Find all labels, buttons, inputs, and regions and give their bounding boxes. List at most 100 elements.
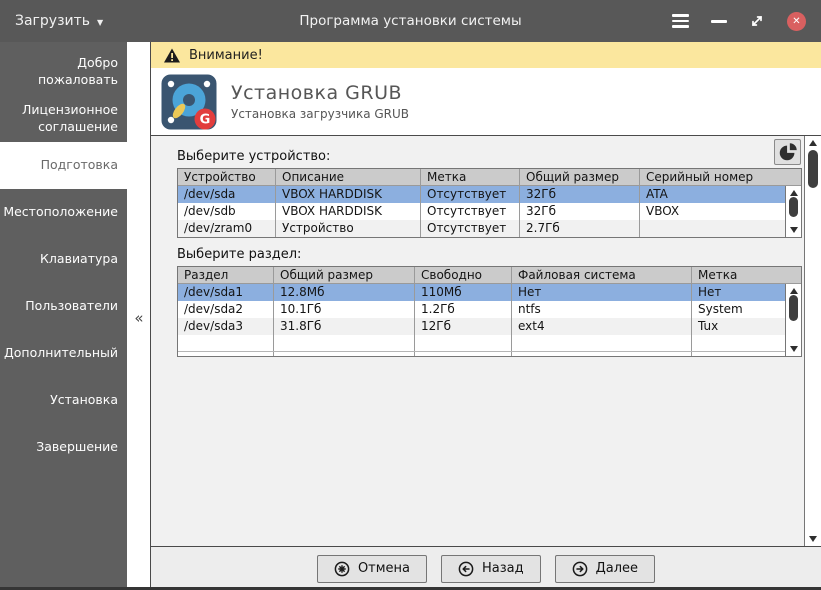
table-cell: /dev/sda bbox=[178, 186, 276, 203]
column-header: Метка bbox=[698, 268, 738, 282]
table-cell: 31.8Гб bbox=[274, 318, 415, 335]
table-cell: /dev/sdb bbox=[178, 203, 276, 220]
device-table-row[interactable]: /dev/sdb VBOX HARDDISK Отсутствует 32Гб … bbox=[178, 203, 801, 220]
table-cell: 12.8Мб bbox=[274, 284, 415, 301]
partition-table-filler bbox=[178, 352, 801, 356]
column-header: Описание bbox=[276, 169, 421, 185]
collapse-sidebar-button[interactable]: « bbox=[130, 308, 148, 328]
table-cell: /dev/sda1 bbox=[178, 284, 274, 301]
partition-table-scrollbar[interactable] bbox=[785, 284, 801, 356]
table-cell: ATA bbox=[646, 187, 668, 201]
table-cell: VBOX bbox=[646, 204, 680, 218]
sidebar-item-keyboard[interactable]: Клавиатура bbox=[0, 236, 127, 283]
scrollbar-thumb[interactable] bbox=[789, 295, 798, 321]
table-cell: VBOX HARDDISK bbox=[276, 203, 421, 220]
column-header: Раздел bbox=[178, 267, 274, 283]
partition-table-row[interactable]: /dev/sda1 12.8Мб 110Мб Нет Нет bbox=[178, 284, 801, 301]
page-title: Установка GRUB bbox=[231, 82, 403, 104]
page-subtitle: Установка загрузчика GRUB bbox=[231, 107, 410, 121]
column-header: Метка bbox=[421, 169, 520, 185]
column-header: Свободно bbox=[415, 267, 512, 283]
column-header: Общий размер bbox=[520, 169, 640, 185]
table-cell bbox=[512, 335, 692, 351]
load-menu-button[interactable]: Загрузить ▼ bbox=[15, 13, 103, 29]
partition-section-label: Выберите раздел: bbox=[177, 247, 302, 262]
hamburger-icon bbox=[672, 14, 689, 17]
partition-table-header: Раздел Общий размер Свободно Файловая си… bbox=[178, 267, 801, 284]
device-table-row[interactable]: /dev/zram0 Устройство Отсутствует 2.7Гб bbox=[178, 220, 801, 237]
scroll-up-icon[interactable] bbox=[789, 190, 798, 196]
table-cell: Устройство bbox=[276, 220, 421, 237]
expand-icon bbox=[752, 16, 762, 26]
sidebar-item-license[interactable]: Лицензионное соглашение bbox=[0, 95, 127, 142]
device-table-header: Устройство Описание Метка Общий размер С… bbox=[178, 169, 801, 186]
table-cell: Отсутствует bbox=[421, 220, 520, 237]
minimize-icon bbox=[711, 19, 727, 23]
close-button[interactable]: ✕ bbox=[787, 11, 806, 31]
resize-button[interactable] bbox=[749, 11, 765, 31]
next-button[interactable]: Далее bbox=[554, 554, 656, 583]
page-header: G Установка GRUB Установка загрузчика GR… bbox=[151, 68, 821, 136]
table-cell bbox=[274, 335, 415, 351]
back-button[interactable]: Назад bbox=[441, 554, 541, 583]
page-header-text: Установка GRUB Установка загрузчика GRUB bbox=[231, 82, 409, 121]
table-cell: /dev/sda2 bbox=[178, 301, 274, 318]
next-label: Далее bbox=[595, 561, 639, 576]
partition-table-row[interactable]: /dev/sda3 31.8Гб 12Гб ext4 Tux bbox=[178, 318, 801, 335]
pie-chart-button[interactable] bbox=[774, 139, 801, 165]
table-cell: 1.2Гб bbox=[415, 301, 512, 318]
table-cell: 32Гб bbox=[520, 203, 640, 220]
partition-table-row[interactable]: /dev/sda2 10.1Гб 1.2Гб ntfs System bbox=[178, 301, 801, 318]
pie-chart-icon bbox=[779, 143, 797, 161]
chevron-down-icon: ▼ bbox=[97, 17, 104, 27]
sidebar-item-preparation[interactable]: Подготовка bbox=[0, 142, 127, 189]
device-table-row[interactable]: /dev/sda VBOX HARDDISK Отсутствует 32Гб … bbox=[178, 186, 801, 203]
sidebar-item-users[interactable]: Пользователи bbox=[0, 283, 127, 330]
warning-text: Внимание! bbox=[189, 47, 263, 63]
scroll-down-icon[interactable] bbox=[789, 346, 798, 352]
content-panel: Выберите устройство: Устройство Описание… bbox=[151, 136, 821, 547]
panel-scrollbar[interactable] bbox=[804, 136, 821, 546]
sidebar-item-additional[interactable]: Дополнительный bbox=[0, 330, 127, 377]
hamburger-menu-button[interactable] bbox=[672, 11, 689, 31]
back-label: Назад bbox=[482, 561, 524, 576]
table-cell: Нет bbox=[512, 284, 692, 301]
table-cell: Отсутствует bbox=[421, 203, 520, 220]
table-cell: 12Гб bbox=[415, 318, 512, 335]
scrollbar-thumb[interactable] bbox=[789, 197, 798, 217]
device-table-scrollbar[interactable] bbox=[785, 186, 801, 237]
column-header: Устройство bbox=[178, 169, 276, 185]
load-menu-label: Загрузить bbox=[15, 13, 91, 29]
scrollbar-thumb[interactable] bbox=[808, 150, 818, 188]
sidebar-item-finish[interactable]: Завершение bbox=[0, 424, 127, 471]
scroll-down-icon[interactable] bbox=[789, 227, 798, 233]
table-cell: 32Гб bbox=[520, 186, 640, 203]
warning-banner: Внимание! bbox=[151, 42, 821, 68]
sidebar-item-install[interactable]: Установка bbox=[0, 377, 127, 424]
grub-disk-icon: G bbox=[161, 74, 217, 129]
scroll-down-icon[interactable] bbox=[809, 536, 817, 542]
column-header: Серийный номер bbox=[646, 170, 754, 184]
device-table: Устройство Описание Метка Общий размер С… bbox=[177, 168, 802, 238]
table-cell bbox=[178, 335, 274, 351]
scroll-up-icon[interactable] bbox=[789, 288, 798, 294]
table-cell: /dev/sda3 bbox=[178, 318, 274, 335]
column-header: Файловая система bbox=[512, 267, 692, 283]
next-icon bbox=[572, 561, 587, 576]
partition-table: Раздел Общий размер Свободно Файловая си… bbox=[177, 266, 802, 357]
grub-badge-letter: G bbox=[200, 112, 211, 127]
table-cell: /dev/zram0 bbox=[178, 220, 276, 237]
table-cell: VBOX HARDDISK bbox=[276, 186, 421, 203]
footer: Отмена Назад Далее bbox=[151, 547, 821, 590]
sidebar-item-location[interactable]: Местоположение bbox=[0, 189, 127, 236]
column-header: Общий размер bbox=[274, 267, 415, 283]
cancel-button[interactable]: Отмена bbox=[316, 554, 428, 583]
back-icon bbox=[458, 561, 474, 576]
partition-table-empty-row[interactable] bbox=[178, 335, 801, 352]
minimize-button[interactable] bbox=[711, 11, 727, 31]
scroll-up-icon[interactable] bbox=[809, 140, 817, 146]
table-cell: ext4 bbox=[512, 318, 692, 335]
device-section-label: Выберите устройство: bbox=[177, 149, 331, 164]
table-cell bbox=[415, 335, 512, 351]
sidebar-item-welcome[interactable]: Добро пожаловать bbox=[0, 48, 127, 95]
